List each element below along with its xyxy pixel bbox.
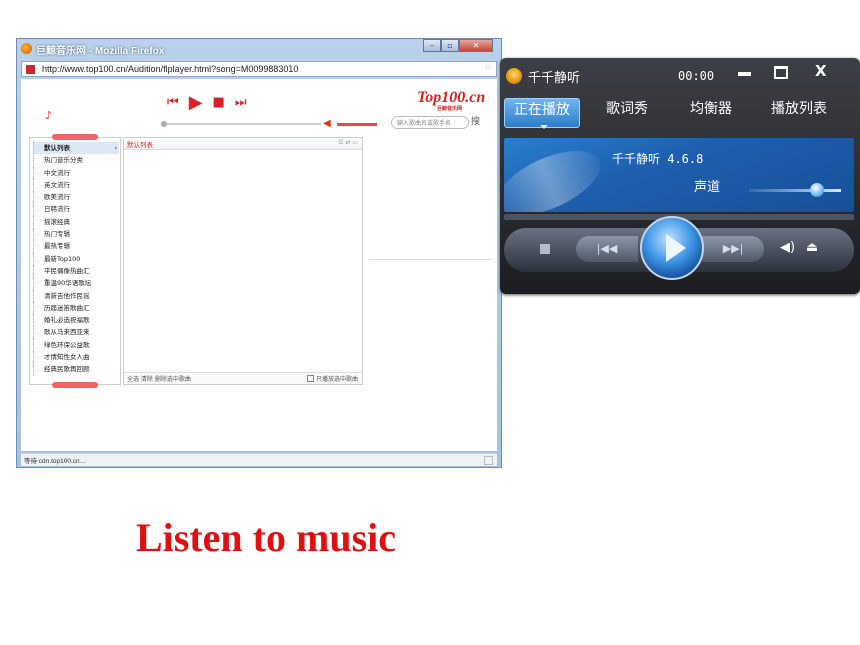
resize-grip-icon[interactable] <box>484 456 493 465</box>
playlist-actions[interactable]: 全选 清除 删除选中歌曲 <box>127 374 191 383</box>
scroll-up-handle[interactable] <box>52 134 98 140</box>
progress-knob[interactable] <box>161 121 167 127</box>
balance-slider[interactable] <box>749 189 841 192</box>
web-volume-slider[interactable] <box>337 123 377 126</box>
playlist-footer: 全选 清除 删除选中歌曲 只播放选中歌曲 <box>124 372 362 384</box>
ttplayer-name: 千千静听 <box>528 71 581 86</box>
category-item[interactable]: 才情知性女人曲 <box>33 351 119 364</box>
tab-playlist[interactable]: 播放列表 <box>758 98 840 128</box>
category-list: 默认列表 热门音乐分类 中文流行 英文流行 欧美流行 日韩流行 摇滚经典 热门专… <box>33 142 119 376</box>
category-item[interactable]: 摇滚经典 <box>33 215 119 229</box>
playlist-header: 默认列表 ☰ ⇄ ▭ <box>124 138 362 150</box>
maximize-button[interactable]: ▫ <box>441 39 459 52</box>
ttplayer-title-bar: 千千静听 00:00 X <box>500 58 860 92</box>
tab-equalizer[interactable]: 均衡器 <box>676 98 746 128</box>
ttplayer-logo-icon <box>506 68 522 84</box>
category-item[interactable]: 歌从马来西亚来 <box>33 326 119 339</box>
category-item[interactable]: 日韩流行 <box>33 203 119 216</box>
logo-text: Top100.cn <box>417 89 486 106</box>
playlist-panel: 默认列表 ☰ ⇄ ▭ 全选 清除 删除选中歌曲 只播放选中歌曲 <box>123 137 363 385</box>
category-item[interactable]: 中文流行 <box>33 166 119 179</box>
music-note-icon: ♪ <box>45 109 53 122</box>
page-content: ♪ ⏮ ▶ ■ ⏭ ◀ Top100.cn 巨鲸音乐网 输入歌曲名或歌手名 搜 … <box>21 79 497 451</box>
ttplayer-controls: |◀◀ ▶▶| ◀) ⏏ <box>504 216 854 280</box>
maximize-icon[interactable] <box>774 66 788 79</box>
web-progress-bar[interactable] <box>161 121 321 127</box>
page-icon <box>26 65 35 74</box>
eject-icon[interactable]: ⏏ <box>806 240 818 255</box>
address-bar[interactable]: http://www.top100.cn/Audition/flplayer.h… <box>21 61 497 77</box>
minimize-icon[interactable] <box>738 72 751 76</box>
next-button[interactable]: ▶▶| <box>702 236 764 262</box>
category-item[interactable]: 最新Top100 <box>33 252 119 265</box>
status-text: 等待 cdn.top100.cn… <box>24 458 87 465</box>
web-transport-controls: ⏮ ▶ ■ ⏭ <box>167 94 247 112</box>
close-button[interactable]: ✕ <box>459 39 493 52</box>
balance-knob[interactable] <box>810 183 824 197</box>
category-item[interactable]: 经典民歌再回顾 <box>33 363 119 376</box>
logo-subtitle: 巨鲸音乐网 <box>437 107 463 112</box>
category-item[interactable]: 重温90华语歌坛 <box>33 277 119 290</box>
scroll-down-handle[interactable] <box>52 382 98 388</box>
display-decoration <box>504 138 610 212</box>
playlist-title: 默认列表 <box>127 141 153 149</box>
version-text: 千千静听 4.6.8 <box>612 152 704 166</box>
volume-icon[interactable]: ◀ <box>323 118 331 129</box>
play-button[interactable]: ▶ <box>189 94 203 112</box>
play-icon <box>666 234 686 262</box>
close-icon[interactable]: X <box>815 62 827 80</box>
category-item[interactable]: 平民偶像热曲汇 <box>33 264 119 278</box>
stop-button[interactable]: ■ <box>213 95 225 111</box>
bookmark-star-icon[interactable]: ☆ <box>484 63 492 73</box>
category-item[interactable]: 清新吉他作民谣 <box>33 289 119 302</box>
firefox-icon <box>21 43 32 54</box>
firefox-window: 巨鲸音乐网 - Mozilla Firefox – ▫ ✕ http://www… <box>16 38 502 468</box>
channel-label: 声道 <box>694 180 721 195</box>
play-button[interactable] <box>640 216 704 280</box>
stop-button[interactable] <box>540 244 550 254</box>
category-item[interactable]: 欧美流行 <box>33 191 119 204</box>
category-item[interactable]: 默认列表 <box>33 142 119 155</box>
window-controls: – ▫ ✕ <box>423 39 493 53</box>
category-item[interactable]: 热门音乐分类 <box>33 154 119 167</box>
prev-button[interactable]: ⏮ <box>167 95 179 111</box>
top100-logo: Top100.cn 巨鲸音乐网 <box>417 89 486 112</box>
divider <box>369 259 493 260</box>
next-button[interactable]: ⏭ <box>235 95 247 111</box>
play-selected-checkbox[interactable]: 只播放选中歌曲 <box>307 374 358 383</box>
search-button[interactable]: 搜 <box>471 114 480 127</box>
url-text: http://www.top100.cn/Audition/flplayer.h… <box>42 64 299 74</box>
caption-text: Listen to music <box>136 515 396 560</box>
ttplayer-window: 千千静听 00:00 X 正在播放 歌词秀 均衡器 播放列表 千千静听 4.6.… <box>500 58 860 294</box>
category-item[interactable]: 婚礼必选祝福歌 <box>33 314 119 327</box>
tab-now-playing[interactable]: 正在播放 <box>504 98 580 129</box>
playlist-tools-icon[interactable]: ☰ ⇄ ▭ <box>338 139 358 146</box>
window-title: 巨鲸音乐网 - Mozilla Firefox <box>36 46 165 57</box>
play-time: 00:00 <box>678 69 715 83</box>
category-item[interactable]: 绿色环保公益歌 <box>33 338 119 352</box>
firefox-title-bar: 巨鲸音乐网 - Mozilla Firefox – ▫ ✕ <box>17 39 501 59</box>
category-item[interactable]: 最热专辑 <box>33 240 119 253</box>
minimize-button[interactable]: – <box>423 39 441 52</box>
tab-lyrics[interactable]: 歌词秀 <box>592 98 662 128</box>
status-bar: 等待 cdn.top100.cn… <box>21 453 497 466</box>
previous-button[interactable]: |◀◀ <box>576 236 638 262</box>
category-item[interactable]: 英文流行 <box>33 178 119 192</box>
category-item[interactable]: 历届迷笛歌曲汇 <box>33 301 119 315</box>
category-panel: 默认列表 热门音乐分类 中文流行 英文流行 欧美流行 日韩流行 摇滚经典 热门专… <box>29 134 121 388</box>
volume-icon[interactable]: ◀) <box>780 240 795 255</box>
ttplayer-tabs: 正在播放 歌词秀 均衡器 播放列表 <box>504 98 856 130</box>
ttplayer-display: 千千静听 4.6.8 声道 <box>504 138 854 212</box>
search-input[interactable]: 输入歌曲名或歌手名 <box>391 116 469 129</box>
category-item[interactable]: 热门专辑 <box>33 228 119 241</box>
